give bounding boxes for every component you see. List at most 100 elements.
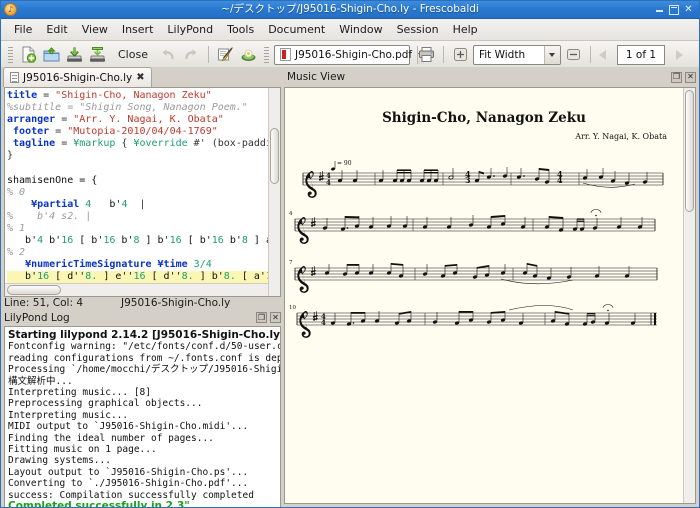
code-token: 8. — [85, 271, 98, 283]
music-vscroll-thumb[interactable] — [685, 90, 694, 212]
code-token: ] e'' — [97, 271, 134, 283]
new-document-icon[interactable] — [18, 44, 39, 65]
menu-lilypond[interactable]: LilyPond — [160, 21, 220, 38]
code-line: ¥numericTimeSignature ¥time 3/4 — [7, 259, 268, 271]
lilypond-logo-icon[interactable] — [238, 44, 259, 65]
toolbar-grip[interactable] — [8, 46, 13, 63]
menu-insert[interactable]: Insert — [115, 21, 161, 38]
log-line: Layout output to `J95016-Shigin-Cho.ps'.… — [8, 466, 249, 478]
editor-vscroll-thumb[interactable] — [270, 128, 279, 184]
title-bar: ♪ ~/デスクトップ/J95016-Shigin-Cho.ly - Fresco… — [1, 1, 699, 19]
code-line: footer = "Mutopia-2010/04/04-1769" — [7, 126, 268, 138]
close-button-toolbar[interactable]: Close — [110, 46, 156, 63]
score-notation: 4 4 = 90 3 4 4 4 4 7 10 4 4 — [289, 160, 664, 338]
menu-window[interactable]: Window — [332, 21, 389, 38]
close-icon[interactable]: ✕ — [685, 71, 696, 83]
lilypond-log-panel: LilyPond Log ❐ ✕ Starting lilypond 2.14.… — [1, 309, 284, 507]
menu-tools[interactable]: Tools — [220, 21, 261, 38]
print-icon[interactable] — [416, 44, 437, 65]
code-token: 16 — [211, 235, 224, 247]
score-system-3: 7 — [289, 260, 658, 293]
save-icon[interactable] — [64, 44, 85, 65]
close-button[interactable]: ✕ — [683, 4, 694, 15]
zoom-in-icon[interactable] — [450, 44, 471, 65]
editor-hscrollbar[interactable] — [5, 283, 268, 296]
code-line: shamisenOne = { — [7, 175, 268, 187]
code-token: b' — [43, 235, 62, 247]
code-token: title — [7, 90, 38, 101]
code-token: %subtitle = "Shigin Song, Nanagon Poem." — [7, 102, 248, 114]
code-text[interactable]: title = "Shigin-Cho, Nanagon Zeku" %subti… — [5, 88, 268, 283]
menu-file[interactable]: File — [7, 21, 39, 38]
music-vscrollbar[interactable] — [683, 88, 695, 503]
menu-document[interactable]: Document — [261, 21, 332, 38]
undock-icon[interactable]: ❐ — [256, 312, 267, 323]
score-system-1: 4 4 = 90 3 4 4 4 — [302, 160, 664, 198]
save-as-icon[interactable] — [87, 44, 108, 65]
code-token: % 1 — [7, 223, 26, 235]
log-line: Drawing systems... — [8, 455, 111, 467]
toolbar-grip-2[interactable] — [263, 46, 269, 63]
score-system-2: 4 — [289, 209, 656, 244]
toolbar-separator-1 — [207, 46, 209, 63]
editor-tab-strip: J95016-Shigin-Cho.ly ✖ — [1, 67, 284, 87]
code-token: } — [7, 150, 14, 162]
code-token: b' — [91, 198, 122, 210]
menu-help[interactable]: Help — [446, 21, 485, 38]
editor-hscroll-thumb[interactable] — [7, 285, 61, 295]
close-icon[interactable]: ✖ — [136, 72, 144, 83]
log-line: 構文解析中... — [8, 375, 73, 387]
close-icon[interactable]: ✕ — [270, 312, 281, 323]
music-panel-header: Music View ❐ ✕ — [284, 67, 699, 87]
code-token: ] b' — [139, 235, 170, 247]
menu-view[interactable]: View — [75, 21, 115, 38]
code-editor[interactable]: title = "Shigin-Cho, Nanagon Zeku" %subti… — [4, 87, 281, 297]
engrave-preview-icon[interactable] — [215, 44, 236, 65]
zoom-out-icon[interactable] — [563, 44, 584, 65]
redo-icon[interactable] — [181, 44, 202, 65]
main-toolbar: Close J95016-Shigin-Cho.pdf Fit Width 1 … — [1, 41, 699, 69]
code-token: ] b' — [193, 271, 224, 283]
main-content: J95016-Shigin-Cho.ly ✖ title = "Shigin-C… — [1, 67, 699, 507]
code-line: } — [7, 150, 268, 162]
log-line: Interpreting music... [8] — [8, 387, 151, 399]
log-output[interactable]: Starting lilypond 2.14.2 [J95016-Shigin-… — [4, 326, 281, 507]
editor-vscrollbar[interactable] — [268, 88, 280, 296]
code-token: 8. — [181, 271, 194, 283]
document-combo[interactable]: J95016-Shigin-Cho.pdf — [273, 44, 425, 65]
code-line: tagline = ¥markup { ¥override #' (box-pa… — [7, 138, 268, 150]
document-icon — [10, 72, 19, 83]
maximize-button[interactable] — [669, 4, 679, 15]
log-line: Processing `/home/mocchi/デスクトップ/J95016-S… — [8, 364, 280, 376]
editor-tab-label: J95016-Shigin-Cho.ly — [23, 71, 133, 84]
code-token: shamisenOne = { — [7, 174, 98, 186]
cursor-position: Line: 51, Col: 4 — [4, 297, 84, 309]
editor-tab[interactable]: J95016-Shigin-Cho.ly ✖ — [3, 67, 152, 87]
log-line: Fitting music on 1 page... — [8, 444, 157, 456]
code-token: 3/4 — [193, 259, 212, 271]
log-panel-title: LilyPond Log — [4, 311, 70, 324]
score-arranger: Arr. Y. Nagai, K. Obata — [575, 132, 667, 141]
menu-edit[interactable]: Edit — [39, 21, 74, 38]
code-token: [ d'' — [49, 271, 86, 283]
code-token: 16 — [37, 271, 50, 283]
code-token: "Mutopia-2010/04/04-1769" — [67, 126, 218, 138]
log-line: Converting to `./J95016-Shigin-Cho.pdf'.… — [8, 478, 249, 490]
svg-text:4: 4 — [326, 178, 331, 187]
zoom-combo-arrow[interactable] — [543, 45, 560, 64]
svg-text:= 90: = 90 — [337, 160, 352, 167]
zoom-combo[interactable]: Fit Width — [472, 44, 561, 65]
code-token: b' — [115, 235, 134, 247]
score-page: Shigin-Cho, Nanagon Zeku Arr. Y. Nagai, … — [285, 88, 683, 503]
music-view[interactable]: Shigin-Cho, Nanagon Zeku Arr. Y. Nagai, … — [284, 87, 696, 504]
undo-icon[interactable] — [158, 44, 179, 65]
prev-page-icon[interactable] — [597, 47, 615, 62]
undock-icon[interactable]: ❐ — [671, 71, 682, 83]
next-page-icon[interactable] — [667, 47, 685, 62]
menu-session[interactable]: Session — [390, 21, 446, 38]
minimize-button[interactable] — [654, 4, 665, 15]
open-folder-icon[interactable] — [41, 44, 62, 65]
page-indicator[interactable]: 1 of 1 — [616, 44, 665, 65]
log-header-line: Starting lilypond 2.14.2 [J95016-Shigin-… — [8, 329, 281, 341]
